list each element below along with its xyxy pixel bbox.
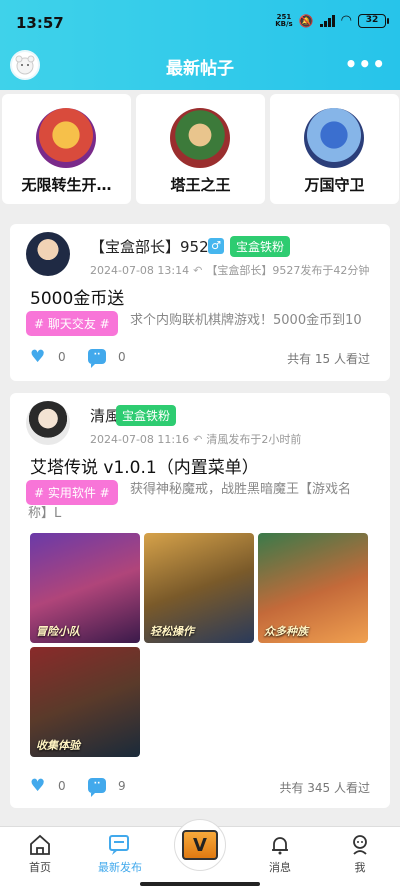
post-image[interactable]: 众多种族 (258, 533, 368, 643)
username[interactable]: 【宝盒部长】9527 (90, 236, 218, 257)
post-title[interactable]: 艾塔传说 v1.0.1（内置菜单） (30, 453, 259, 478)
status-bar: 13:57 251 KB/s 🔕 ◠ 32 (0, 0, 400, 40)
post-image[interactable]: 轻松操作 (144, 533, 254, 643)
post-stats: ♥ 0 ·· 0 共有 15 人看过 (30, 348, 370, 368)
signal-icon (319, 14, 335, 27)
tab-me[interactable]: 我 (320, 831, 400, 875)
post-reply-info: 清風发布于2小时前 (206, 433, 302, 446)
tab-latest[interactable]: 最新发布 (80, 831, 160, 875)
comment-count: 0 (118, 350, 126, 364)
like-count: 0 (58, 779, 66, 793)
post-excerpt-line1: 获得神秘魔戒，战胜黑暗魔王【游戏名 (130, 482, 352, 497)
home-indicator (140, 882, 260, 886)
app-header: 最新帖子 ••• (0, 42, 400, 88)
male-icon: ♂ (208, 238, 224, 254)
like-icon[interactable]: ♥ (30, 348, 45, 366)
game-name: 万国守卫 (304, 176, 365, 194)
page-title: 最新帖子 (166, 59, 234, 79)
post-excerpt-line2: 称】L (28, 506, 62, 521)
post-date: 2024-07-08 13:14 (90, 264, 190, 277)
chat-icon (80, 831, 160, 859)
game-name: 无限转生开… (21, 176, 112, 194)
post-tag[interactable]: # 聊天交友 # (26, 311, 118, 336)
comment-icon[interactable]: ·· (88, 349, 106, 368)
home-icon (0, 831, 80, 859)
game-name: 塔王之王 (170, 176, 231, 194)
game-card[interactable]: 无限转生开… (2, 94, 131, 204)
post-meta: 2024-07-08 13:14 ↶ 【宝盒部长】9527发布于42分钟 (90, 262, 369, 278)
battery-icon: 32 (358, 13, 389, 28)
post-reply-info: 【宝盒部长】9527发布于42分钟 (206, 264, 370, 277)
post-card[interactable]: 【宝盒部长】9527 ♂ 宝盒铁粉 2024-07-08 13:14 ↶ 【宝盒部长… (10, 224, 390, 381)
image-caption: 众多种族 (264, 625, 308, 638)
comment-count: 9 (118, 779, 126, 793)
tab-me-label: 我 (354, 861, 366, 874)
image-caption: 冒险小队 (36, 625, 80, 638)
tab-latest-label: 最新发布 (98, 861, 142, 874)
vip-center-button[interactable]: V (174, 819, 226, 871)
post-excerpt: 求个内购联机棋牌游戏！5000金币到10 (130, 313, 362, 328)
comment-icon[interactable]: ·· (88, 778, 106, 797)
user-badge: 宝盒铁粉 (230, 236, 291, 257)
tab-home[interactable]: 首页 (0, 831, 80, 875)
vip-icon: V (182, 830, 218, 860)
game-shortcuts: 无限转生开… 塔王之王 万国守卫 (0, 94, 400, 204)
reply-icon: ↶ (193, 264, 203, 277)
wifi-icon: ◠ (340, 13, 352, 28)
like-icon[interactable]: ♥ (30, 777, 45, 795)
image-caption: 收集体验 (36, 739, 80, 752)
game-card[interactable]: 塔王之王 (136, 94, 265, 204)
like-count: 0 (58, 350, 66, 364)
bottom-tab-bar: 首页 最新发布 V 消息 我 (0, 819, 400, 888)
game-card[interactable]: 万国守卫 (270, 94, 399, 204)
avatar[interactable] (26, 232, 70, 276)
network-speed: 251 KB/s (275, 12, 293, 28)
post-meta: 2024-07-08 11:16 ↶ 清風发布于2小时前 (90, 431, 301, 447)
post-card[interactable]: 清風 宝盒铁粉 2024-07-08 11:16 ↶ 清風发布于2小时前 艾塔传说 … (10, 393, 390, 808)
profile-icon (320, 831, 400, 859)
post-stats: ♥ 0 ·· 9 共有 345 人看过 (30, 777, 370, 797)
view-count: 共有 15 人看过 (287, 352, 370, 366)
user-badge: 宝盒铁粉 (116, 405, 177, 426)
tab-messages[interactable]: 消息 (240, 831, 320, 875)
game-icon (304, 108, 364, 168)
tab-messages-label: 消息 (269, 861, 291, 874)
post-tag[interactable]: # 实用软件 # (26, 480, 118, 505)
game-icon (170, 108, 230, 168)
post-image[interactable]: 收集体验 (30, 647, 140, 757)
image-caption: 轻松操作 (150, 625, 194, 638)
post-image[interactable]: 冒险小队 (30, 533, 140, 643)
top-bar: 13:57 251 KB/s 🔕 ◠ 32 最新帖子 ••• (0, 0, 400, 90)
reply-icon: ↶ (193, 433, 203, 446)
status-time: 13:57 (16, 14, 64, 32)
post-date: 2024-07-08 11:16 (90, 433, 190, 446)
avatar[interactable] (26, 401, 70, 445)
view-count: 共有 345 人看过 (279, 781, 370, 795)
more-icon[interactable]: ••• (345, 52, 386, 76)
bell-icon (240, 831, 320, 859)
tab-home-label: 首页 (29, 861, 51, 874)
status-icons: 251 KB/s 🔕 ◠ 32 (275, 12, 389, 28)
game-icon (36, 108, 96, 168)
post-title[interactable]: 5000金币送 (30, 284, 124, 309)
mute-icon: 🔕 (298, 13, 314, 28)
